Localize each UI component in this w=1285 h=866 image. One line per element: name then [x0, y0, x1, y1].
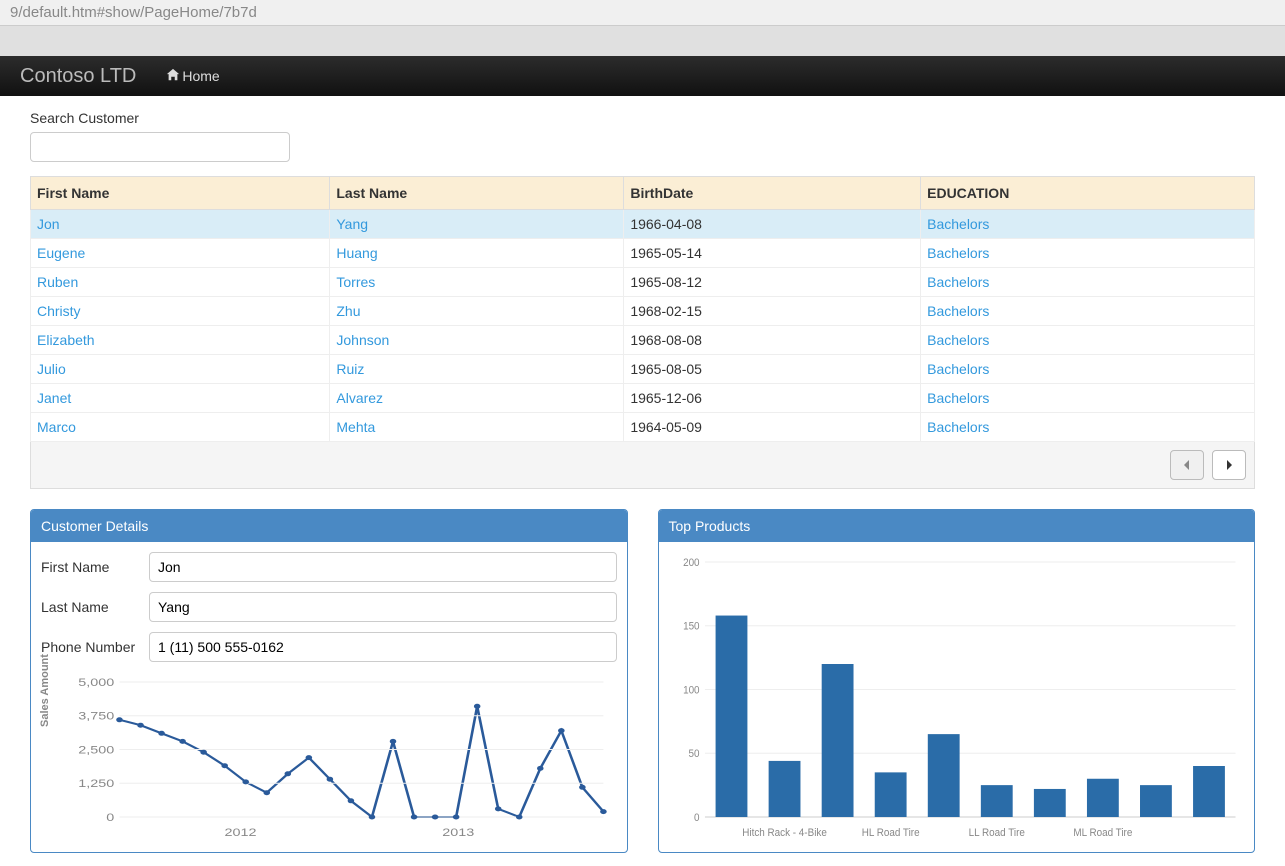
- cell-link[interactable]: Jon: [37, 216, 60, 232]
- cell-text: 1965-08-12: [624, 268, 921, 297]
- cell-link[interactable]: Bachelors: [927, 419, 989, 435]
- table-row[interactable]: Christy Zhu 1968-02-15 Bachelors: [31, 297, 1255, 326]
- cell-link[interactable]: Bachelors: [927, 303, 989, 319]
- cell-link[interactable]: Yang: [336, 216, 368, 232]
- svg-text:2,500: 2,500: [78, 743, 114, 756]
- address-bar[interactable]: 9/default.htm#show/PageHome/7b7d: [0, 0, 1285, 26]
- last-name-input[interactable]: [149, 592, 617, 622]
- svg-text:100: 100: [683, 685, 700, 697]
- nav-home[interactable]: Home: [166, 68, 219, 85]
- svg-text:HL Road Tire: HL Road Tire: [861, 828, 919, 840]
- svg-text:3,750: 3,750: [78, 709, 114, 722]
- column-header[interactable]: Last Name: [330, 177, 624, 210]
- svg-text:50: 50: [688, 749, 699, 761]
- cell-link[interactable]: Janet: [37, 390, 71, 406]
- table-row[interactable]: Elizabeth Johnson 1968-08-08 Bachelors: [31, 326, 1255, 355]
- svg-text:150: 150: [683, 621, 700, 633]
- cell-link[interactable]: Bachelors: [927, 390, 989, 406]
- nav-home-label: Home: [182, 68, 219, 84]
- cell-link[interactable]: Bachelors: [927, 245, 989, 261]
- home-icon: [166, 68, 180, 85]
- table-row[interactable]: Marco Mehta 1964-05-09 Bachelors: [31, 413, 1255, 442]
- customer-details-header: Customer Details: [31, 510, 627, 542]
- last-name-label: Last Name: [41, 599, 141, 615]
- browser-chrome-strip: [0, 26, 1285, 56]
- table-row[interactable]: Julio Ruiz 1965-08-05 Bachelors: [31, 355, 1255, 384]
- cell-link[interactable]: Christy: [37, 303, 81, 319]
- cell-link[interactable]: Huang: [336, 245, 377, 261]
- column-header[interactable]: First Name: [31, 177, 330, 210]
- cell-link[interactable]: Ruben: [37, 274, 78, 290]
- column-header[interactable]: EDUCATION: [921, 177, 1255, 210]
- chevron-right-icon: [1224, 459, 1234, 471]
- cell-link[interactable]: Eugene: [37, 245, 85, 261]
- customer-table: First NameLast NameBirthDateEDUCATION Jo…: [30, 176, 1255, 442]
- svg-text:2012: 2012: [224, 826, 256, 839]
- svg-text:200: 200: [683, 558, 700, 570]
- cell-text: 1968-02-15: [624, 297, 921, 326]
- table-row[interactable]: Ruben Torres 1965-08-12 Bachelors: [31, 268, 1255, 297]
- cell-link[interactable]: Bachelors: [927, 274, 989, 290]
- cell-link[interactable]: Torres: [336, 274, 375, 290]
- phone-label: Phone Number: [41, 639, 141, 655]
- cell-link[interactable]: Johnson: [336, 332, 389, 348]
- first-name-label: First Name: [41, 559, 141, 575]
- pager-prev-button[interactable]: [1170, 450, 1204, 480]
- cell-link[interactable]: Marco: [37, 419, 76, 435]
- brand-title: Contoso LTD: [20, 65, 136, 88]
- top-products-panel: Top Products 0 50 100 150 200 Hitch Rack - 4-…: [658, 509, 1256, 853]
- first-name-input[interactable]: [149, 552, 617, 582]
- svg-text:0: 0: [106, 811, 114, 824]
- url-text: 9/default.htm#show/PageHome/7b7d: [10, 4, 257, 21]
- table-row[interactable]: Jon Yang 1966-04-08 Bachelors: [31, 210, 1255, 239]
- navbar: Contoso LTD Home: [0, 56, 1285, 96]
- table-row[interactable]: Eugene Huang 1965-05-14 Bachelors: [31, 239, 1255, 268]
- cell-link[interactable]: Bachelors: [927, 216, 989, 232]
- cell-link[interactable]: Alvarez: [336, 390, 383, 406]
- cell-link[interactable]: Julio: [37, 361, 66, 377]
- svg-text:Hitch Rack - 4-Bike: Hitch Rack - 4-Bike: [742, 828, 827, 840]
- cell-link[interactable]: Bachelors: [927, 361, 989, 377]
- sales-line-chart: Sales Amount 01,2502,5003,7505,000201220…: [41, 672, 617, 842]
- search-input[interactable]: [30, 132, 290, 162]
- sales-y-axis-label: Sales Amount: [39, 654, 51, 727]
- chevron-left-icon: [1182, 459, 1192, 471]
- cell-text: 1966-04-08: [624, 210, 921, 239]
- cell-link[interactable]: Elizabeth: [37, 332, 95, 348]
- cell-text: 1964-05-09: [624, 413, 921, 442]
- svg-text:5,000: 5,000: [78, 676, 114, 689]
- customer-details-panel: Customer Details First Name Last Name Ph…: [30, 509, 628, 853]
- search-label: Search Customer: [30, 110, 1255, 126]
- table-row[interactable]: Janet Alvarez 1965-12-06 Bachelors: [31, 384, 1255, 413]
- svg-text:ML Road Tire: ML Road Tire: [1073, 828, 1132, 840]
- cell-link[interactable]: Bachelors: [927, 332, 989, 348]
- cell-text: 1965-08-05: [624, 355, 921, 384]
- column-header[interactable]: BirthDate: [624, 177, 921, 210]
- svg-text:2013: 2013: [442, 826, 474, 839]
- pager-next-button[interactable]: [1212, 450, 1246, 480]
- cell-link[interactable]: Zhu: [336, 303, 360, 319]
- cell-text: 1965-12-06: [624, 384, 921, 413]
- top-products-header: Top Products: [659, 510, 1255, 542]
- phone-input[interactable]: [149, 632, 617, 662]
- svg-text:0: 0: [694, 813, 700, 825]
- cell-text: 1968-08-08: [624, 326, 921, 355]
- pager: [30, 442, 1255, 489]
- svg-text:LL Road Tire: LL Road Tire: [968, 828, 1024, 840]
- cell-link[interactable]: Ruiz: [336, 361, 364, 377]
- cell-link[interactable]: Mehta: [336, 419, 375, 435]
- cell-text: 1965-05-14: [624, 239, 921, 268]
- top-products-bar-chart: 0 50 100 150 200 Hitch Rack - 4-Bike HL Road T…: [669, 552, 1245, 842]
- svg-text:1,250: 1,250: [78, 777, 114, 790]
